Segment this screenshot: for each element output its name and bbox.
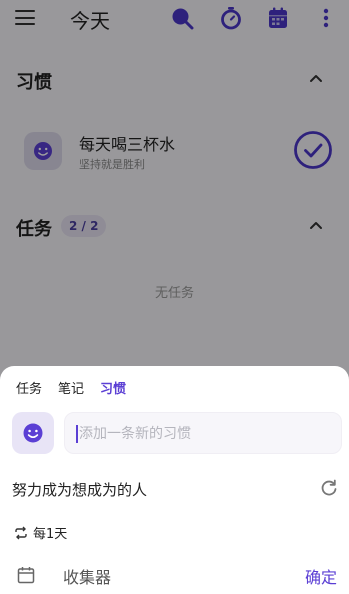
habit-icon-picker[interactable] <box>12 412 54 454</box>
collector-selector[interactable]: 收集器 <box>63 564 111 588</box>
sheet-tabs: 任务 笔记 习惯 <box>16 378 142 398</box>
sheet-footer: 收集器 确定 <box>0 562 349 592</box>
repeat-setting[interactable]: 每1天 <box>14 523 67 542</box>
repeat-label: 每1天 <box>33 527 68 542</box>
motto-text: 努力成为想成为的人 <box>12 481 148 499</box>
habit-input[interactable] <box>79 421 329 447</box>
add-bottom-sheet: 任务笔记习惯 努力成为想成为的人 每1天 <box>0 366 349 594</box>
refresh-icon[interactable] <box>319 478 339 498</box>
tab-task[interactable]: 任务 <box>16 378 42 397</box>
tab-note[interactable]: 笔记 <box>58 378 84 397</box>
text-caret <box>76 425 78 443</box>
habit-input-container <box>64 412 342 454</box>
tab-habit[interactable]: 习惯 <box>100 378 126 397</box>
calendar-icon[interactable] <box>17 566 35 584</box>
smiley-icon <box>23 423 43 443</box>
confirm-button[interactable]: 确定 <box>305 564 337 588</box>
repeat-icon <box>15 526 27 539</box>
